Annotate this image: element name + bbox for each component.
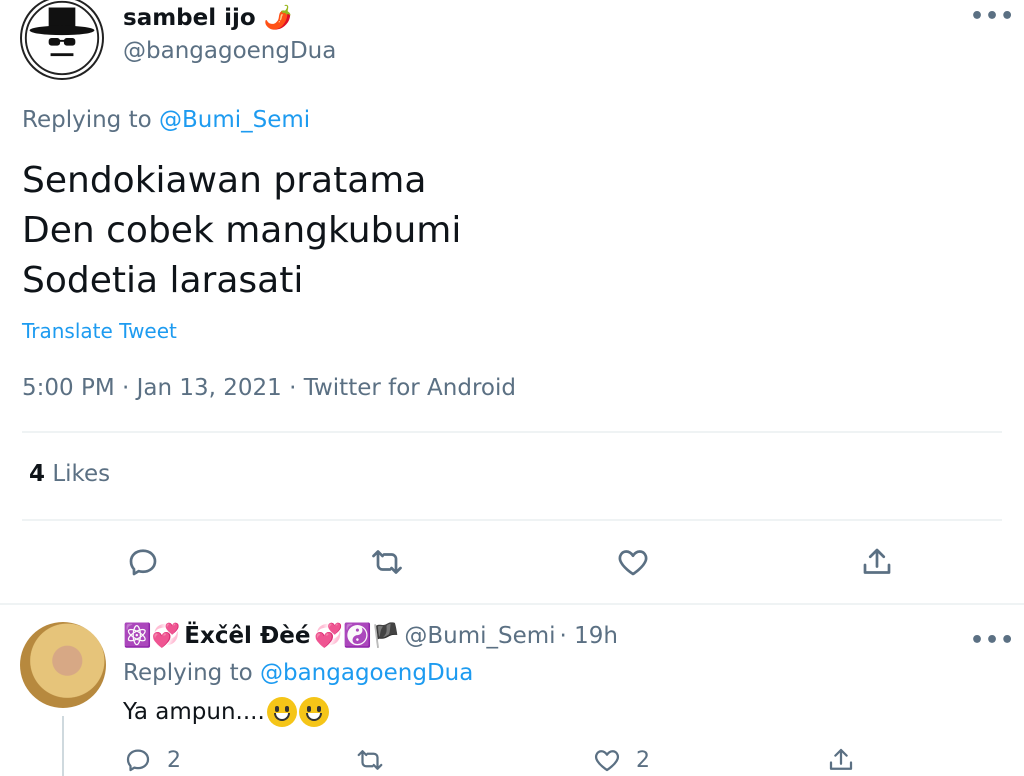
reply-user-handle[interactable]: @Bumi_Semi — [404, 623, 555, 649]
like-button[interactable] — [613, 542, 653, 582]
thread-line — [62, 716, 64, 776]
user-handle[interactable]: @bangagoengDua — [123, 38, 336, 64]
reply-replying-to-link[interactable]: @bangagoengDua — [260, 660, 473, 686]
reply-icon — [129, 549, 157, 576]
chili-emoji: 🌶️ — [263, 5, 293, 31]
hat-logo-icon — [24, 0, 100, 76]
tweet-text-line: Sodetia larasati — [22, 260, 304, 301]
reply-icon — [126, 749, 150, 772]
retweet-icon — [357, 750, 383, 770]
grinning-face-icon — [266, 697, 297, 727]
likes-label: Likes — [52, 461, 111, 487]
reply-header: ⚛️💞 Ëxčêl Đèé 💞☯️🏴 @Bumi_Semi · 19h — [123, 622, 618, 650]
likes-count: 4 — [29, 461, 46, 487]
reply-button[interactable] — [123, 542, 163, 582]
avatar[interactable] — [20, 0, 104, 80]
reply-text: Ya ampun.... — [123, 697, 329, 727]
reply-retweet-button[interactable] — [355, 745, 385, 775]
share-button[interactable] — [857, 542, 897, 582]
display-name[interactable]: sambel ijo 🌶️ — [123, 4, 292, 31]
like-icon — [594, 750, 620, 772]
share-icon — [863, 548, 891, 574]
reply-like-button[interactable]: 2 — [592, 745, 650, 775]
tweet-text-line: Sendokiawan pratama — [22, 160, 427, 201]
more-dots-icon[interactable]: ••• — [970, 628, 1015, 653]
reply-time[interactable]: · 19h — [560, 623, 618, 649]
likes-stat[interactable]: 4 Likes — [29, 461, 110, 487]
share-icon — [829, 748, 853, 770]
like-icon — [618, 550, 648, 576]
reply-avatar[interactable] — [20, 622, 106, 708]
divider — [22, 519, 1002, 521]
replying-to-link[interactable]: @Bumi_Semi — [159, 107, 310, 133]
reply-display-name[interactable]: Ëxčêl Đèé — [184, 623, 310, 649]
divider — [0, 603, 1024, 605]
name-suffix-emoji: 💞☯️🏴 — [314, 623, 401, 649]
retweet-icon — [372, 550, 402, 574]
translate-tweet-link[interactable]: Translate Tweet — [22, 319, 177, 343]
divider — [22, 431, 1002, 433]
replying-to: Replying to @Bumi_Semi — [22, 107, 311, 133]
reply-share-button[interactable] — [826, 745, 856, 775]
name-prefix-emoji: ⚛️💞 — [123, 623, 181, 649]
tweet-timestamp[interactable]: 5:00 PM · Jan 13, 2021 · Twitter for And… — [22, 375, 516, 401]
reply-reply-button[interactable]: 2 — [123, 745, 181, 775]
more-dots-icon[interactable]: ••• — [970, 4, 1015, 29]
retweet-button[interactable] — [367, 542, 407, 582]
beaming-face-icon — [298, 697, 329, 727]
tweet-text-line: Den cobek mangkubumi — [22, 210, 462, 251]
reply-replying-to: Replying to @bangagoengDua — [123, 660, 474, 686]
